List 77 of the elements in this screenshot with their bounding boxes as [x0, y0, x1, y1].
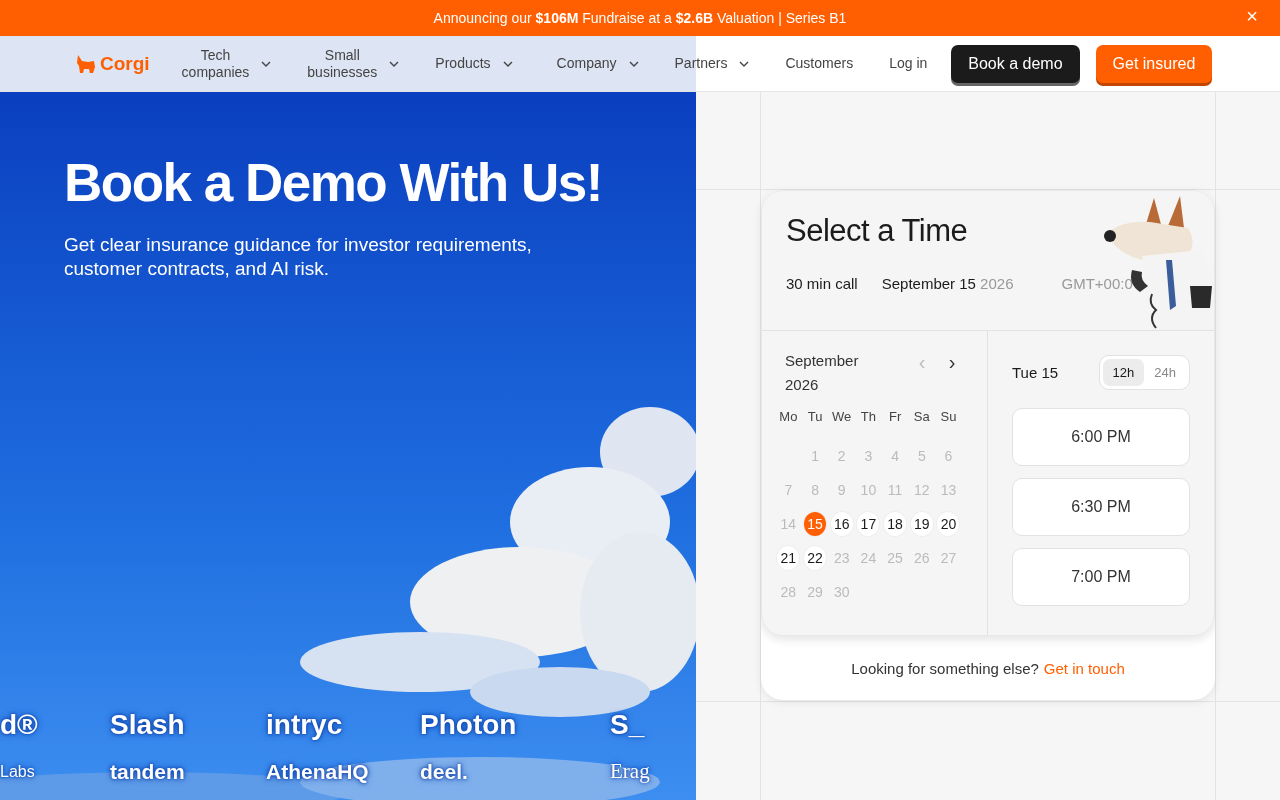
calendar-day[interactable]: 7 [777, 478, 800, 502]
calendar-day[interactable]: 19 [910, 512, 933, 536]
calendar-day[interactable]: 20 [937, 512, 960, 536]
calendar-day[interactable]: 15 [804, 512, 827, 536]
nav-link[interactable]: Tech companies [181, 46, 272, 81]
time-slot-button[interactable]: 6:30 PM [1012, 478, 1190, 536]
format-option[interactable]: 24h [1144, 359, 1186, 386]
get-insured-button[interactable]: Get insured [1095, 44, 1213, 83]
month-label: September [785, 351, 860, 371]
close-button[interactable]: × [1242, 5, 1262, 28]
time-slot-button[interactable]: 7:00 PM [1012, 548, 1190, 606]
format-option[interactable]: 12h [1102, 359, 1145, 386]
calendar-day[interactable]: 2 [830, 444, 853, 468]
calendar-day[interactable]: 18 [884, 512, 907, 536]
calendar-day[interactable]: 13 [937, 478, 960, 502]
logo-wordmark[interactable]: Corgi [100, 52, 150, 75]
client-logo: S_ [610, 709, 645, 741]
booking-title: Select a Time [786, 213, 969, 249]
calendar-day[interactable]: 8 [804, 478, 827, 502]
client-logo: intryc [266, 709, 344, 741]
get-in-touch-link[interactable]: Get in touch [1043, 659, 1125, 677]
weekday-label: Th [859, 409, 877, 426]
calendar-day[interactable]: 22 [804, 546, 827, 570]
calendar-day[interactable]: 30 [830, 580, 853, 604]
announcement-text: Announcing our $106M Fundraise at a $2.6B Valuation | Series B1 [433, 10, 847, 26]
previous-month-button[interactable]: ‹ [907, 351, 937, 374]
calendar-day[interactable]: 3 [857, 444, 880, 468]
weekday-label: Tu [806, 409, 824, 426]
nav-link[interactable]: Products [435, 55, 513, 72]
duration-text: 30 min call [786, 275, 858, 292]
calendar-day[interactable]: 26 [910, 546, 933, 570]
nav-link[interactable]: Partners [674, 55, 750, 72]
calendar-day[interactable]: 27 [937, 546, 960, 570]
hero-subtitle: Get clear insurance guidance for investor requirements, customer contracts, and AI risk. [64, 233, 533, 281]
year-label: 2026 [785, 375, 820, 395]
calendar-day[interactable]: 28 [777, 580, 800, 604]
nav-link[interactable]: Customers [785, 55, 854, 72]
calendar-day[interactable]: 9 [830, 478, 853, 502]
calendar-day[interactable]: 5 [910, 444, 933, 468]
weekday-label: Fr [887, 409, 903, 426]
calendar-day[interactable]: 6 [937, 444, 960, 468]
calendar-day[interactable]: 29 [804, 580, 827, 604]
weekday-label: We [831, 409, 853, 426]
calendar-day[interactable]: 23 [830, 546, 853, 570]
login-link[interactable]: Log in [889, 55, 928, 72]
calendar-day[interactable]: 16 [830, 512, 853, 536]
calendar-day[interactable]: 14 [777, 512, 800, 536]
client-logo: d® [0, 709, 39, 741]
calendar-day[interactable]: 10 [857, 478, 880, 502]
client-logo: Labs [0, 762, 36, 781]
date-text: September 15 2026 [881, 275, 1014, 292]
client-logo: Erag [610, 759, 650, 784]
client-logo: tandem [110, 759, 186, 784]
weekday-label: Mo [778, 409, 799, 426]
time-slot-button[interactable]: 6:00 PM [1012, 408, 1190, 466]
footer-text: Looking for something else? [851, 659, 1039, 677]
nav-link[interactable]: Small businesses [307, 46, 400, 81]
calendar-day[interactable]: 17 [857, 512, 880, 536]
calendar-day[interactable]: 25 [884, 546, 907, 570]
client-logo: Slash [110, 709, 186, 741]
book-demo-button[interactable]: Book a demo [951, 44, 1080, 83]
timezone-text: GMT+00:0 [1061, 275, 1133, 292]
calendar-day[interactable]: 12 [910, 478, 933, 502]
weekday-label: Su [939, 409, 958, 426]
calendar-day[interactable]: 1 [804, 444, 827, 468]
page-heading: Book a Demo With Us! [64, 152, 603, 213]
next-month-button[interactable]: › [937, 351, 967, 374]
nav-link[interactable]: Company [556, 55, 639, 72]
client-logo: AthenaHQ [266, 759, 370, 784]
calendar-day[interactable]: 11 [884, 478, 907, 502]
calendar-day[interactable]: 4 [884, 444, 907, 468]
client-logo: Photon [420, 709, 518, 741]
client-logo: deel. [420, 759, 469, 784]
calendar-day[interactable]: 21 [777, 546, 800, 570]
selected-day-label: Tue 15 [1012, 364, 1059, 381]
calendar-day[interactable]: 24 [857, 546, 880, 570]
weekday-label: Sa [912, 409, 931, 426]
